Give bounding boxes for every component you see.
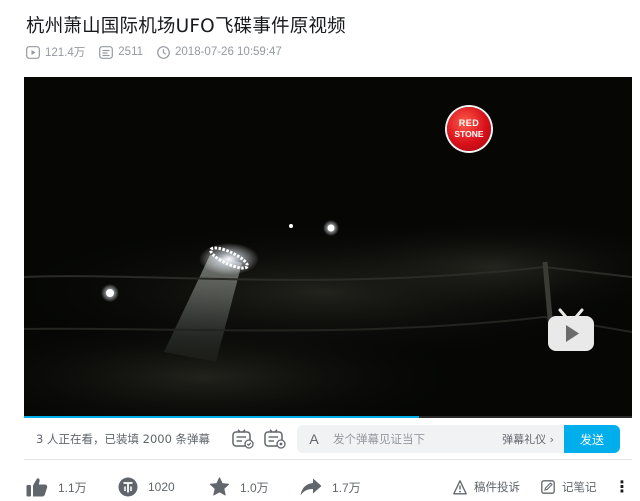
video-player[interactable]: RED STONE bbox=[24, 77, 632, 418]
share-arrow-icon bbox=[300, 478, 322, 496]
send-danmaku-button[interactable]: 发送 bbox=[564, 425, 620, 453]
favorite-button[interactable]: 1.0万 bbox=[209, 477, 269, 497]
like-button[interactable]: 1.1万 bbox=[26, 477, 87, 497]
watermark-line2: STONE bbox=[454, 129, 484, 140]
danmaku-input[interactable]: A 发个弹幕见证当下 弹幕礼仪 › bbox=[297, 425, 564, 453]
views-count: 121.4万 bbox=[45, 47, 86, 59]
coin-count: 1020 bbox=[148, 480, 175, 494]
views-stat: 121.4万 bbox=[26, 44, 85, 60]
note-icon bbox=[541, 480, 555, 494]
clock-icon bbox=[157, 45, 170, 59]
danmaku-count: 2511 bbox=[118, 46, 144, 58]
redstone-watermark: RED STONE bbox=[447, 107, 491, 151]
danmaku-etiquette-link[interactable]: 弹幕礼仪 › bbox=[502, 431, 554, 447]
play-count-icon bbox=[26, 45, 40, 59]
viewers-text: 3 人正在看，已装填 2000 条弹幕 bbox=[36, 431, 211, 446]
favorite-count: 1.0万 bbox=[240, 480, 269, 495]
danmaku-style-icon[interactable]: A bbox=[307, 431, 321, 447]
danmaku-toggle-icon[interactable] bbox=[232, 429, 254, 449]
share-button[interactable]: 1.7万 bbox=[300, 478, 361, 496]
video-title: 杭州萧山国际机场UFO飞碟事件原视频 bbox=[26, 16, 346, 37]
more-options-icon[interactable]: ⋮ bbox=[614, 477, 630, 497]
star-icon bbox=[209, 477, 230, 496]
notes-button[interactable]: 记笔记 bbox=[541, 479, 597, 495]
danmaku-placeholder: 发个弹幕见证当下 bbox=[333, 432, 425, 446]
danmaku-stat: 2511 bbox=[99, 45, 144, 59]
action-toolbar: 1.1万 1020 1.0万 1.7万 稿件投诉 记笔记 ⋮ bbox=[26, 475, 632, 499]
danmaku-bar: 3 人正在看，已装填 2000 条弹幕 A 发个弹幕见证当下 弹幕礼仪 › 发送 bbox=[24, 418, 632, 460]
video-frame bbox=[24, 77, 632, 418]
report-label: 稿件投诉 bbox=[474, 480, 520, 494]
bilibili-tv-icon bbox=[548, 308, 594, 351]
danmaku-settings-icon[interactable] bbox=[264, 429, 286, 449]
share-count: 1.7万 bbox=[332, 480, 361, 495]
notes-label: 记笔记 bbox=[562, 480, 597, 494]
report-icon bbox=[453, 479, 467, 494]
report-button[interactable]: 稿件投诉 bbox=[453, 479, 520, 495]
publish-stat: 2018-07-26 10:59:47 bbox=[157, 45, 282, 59]
video-meta: 121.4万 2511 2018-07-26 10:59:47 bbox=[26, 44, 296, 60]
thumbs-up-icon bbox=[26, 478, 48, 497]
coin-icon bbox=[118, 477, 138, 497]
coin-button[interactable]: 1020 bbox=[118, 477, 175, 497]
publish-time: 2018-07-26 10:59:47 bbox=[175, 46, 282, 58]
danmaku-count-icon bbox=[99, 45, 114, 59]
like-count: 1.1万 bbox=[58, 480, 87, 495]
watermark-line1: RED bbox=[458, 118, 480, 129]
